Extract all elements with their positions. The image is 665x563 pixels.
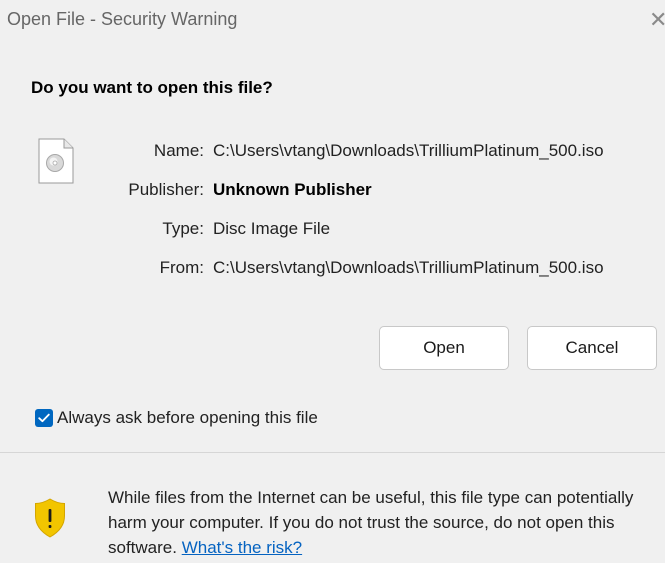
field-label: Name: [153,141,204,160]
security-warning-dialog: Open File - Security Warning ✕ Do you wa… [0,0,665,563]
field-row-publisher: Publisher: Unknown Publisher [104,180,604,219]
always-ask-label[interactable]: Always ask before opening this file [57,408,318,428]
open-button[interactable]: Open [379,326,509,370]
file-info: Name: C:\Users\vtang\Downloads\TrilliumPl… [104,141,604,297]
divider [0,452,665,453]
window-title: Open File - Security Warning [7,9,238,29]
field-label: Publisher: [128,180,204,199]
shield-warning-icon [35,498,65,538]
title-bar: Open File - Security Warning ✕ [0,0,665,42]
cancel-button[interactable]: Cancel [527,326,657,370]
file-type-value: Disc Image File [213,219,331,238]
dialog-heading: Do you want to open this file? [31,78,273,97]
always-ask-option[interactable]: Always ask before opening this file [35,406,318,430]
close-icon[interactable]: ✕ [649,6,665,34]
warning-message: While files from the Internet can be use… [108,485,665,560]
field-label: From: [159,258,204,277]
checkmark-icon [38,413,50,423]
field-row-type: Type: Disc Image File [104,219,604,258]
field-row-from: From: C:\Users\vtang\Downloads\TrilliumPl… [104,258,604,297]
file-source-value: C:\Users\vtang\Downloads\TrilliumPlatinu… [213,258,604,277]
file-name-value: C:\Users\vtang\Downloads\TrilliumPlatinu… [213,141,604,160]
always-ask-checkbox[interactable] [35,409,53,427]
field-row-name: Name: C:\Users\vtang\Downloads\TrilliumPl… [104,141,604,180]
disc-image-file-icon [38,138,74,184]
publisher-value: Unknown Publisher [213,180,372,199]
field-label: Type: [162,219,204,238]
whats-the-risk-link[interactable]: What's the risk? [182,538,302,557]
